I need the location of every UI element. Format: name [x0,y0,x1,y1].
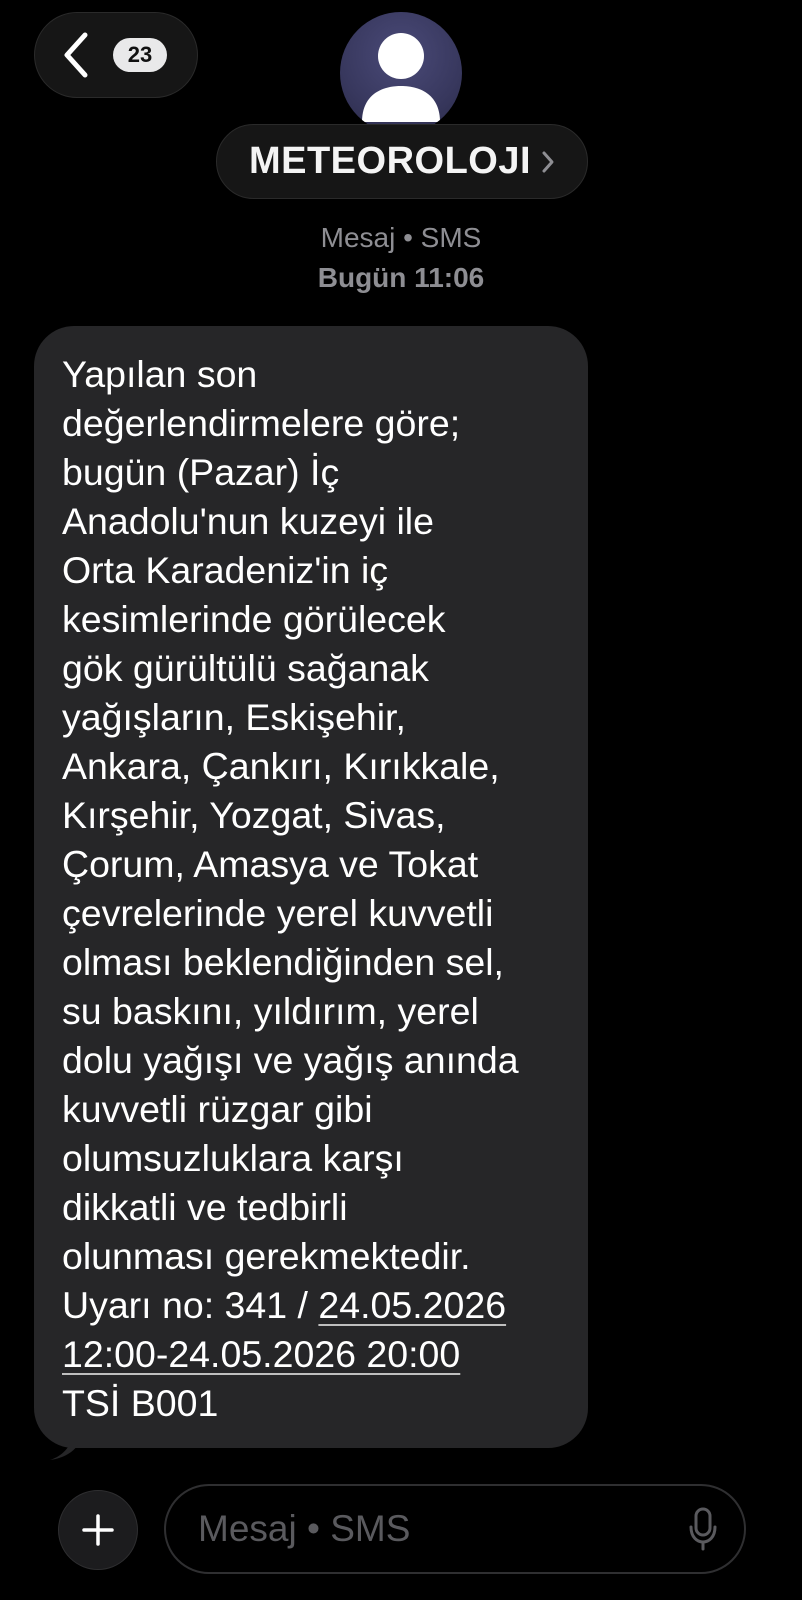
date-range-link[interactable]: 12:00-24.05.2026 20:00 [62,1333,460,1375]
sender-name-button[interactable]: METEOROLOJI [216,124,588,199]
message-bubble[interactable]: Yapılan son değerlendirmelere göre; bugü… [34,326,588,1448]
message-input[interactable]: Mesaj • SMS [164,1484,746,1574]
warning-prefix: Uyarı no: 341 / [62,1284,319,1326]
contact-avatar[interactable] [340,12,462,134]
message-timestamp: Bugün 11:06 [317,262,485,293]
bubble-tail [50,1420,88,1460]
person-icon [362,33,440,122]
microphone-icon[interactable] [688,1507,718,1551]
add-attachment-button[interactable] [58,1490,138,1570]
plus-icon [82,1514,114,1546]
chevron-right-icon [542,151,554,172]
unread-count-badge: 23 [113,38,167,72]
date-start-link[interactable]: 24.05.2026 [318,1284,506,1326]
message-input-placeholder: Mesaj • SMS [198,1508,411,1549]
message-type-label: Mesaj • SMS [320,222,482,253]
warning-number-line: Uyarı no: 341 / 24.05.2026 [62,1281,560,1330]
sender-name: METEOROLOJI [248,140,532,182]
message-footer: TSİ B001 [62,1382,219,1424]
message-body: Yapılan son değerlendirmelere göre; bugü… [62,353,519,1277]
date-range-line: 12:00-24.05.2026 20:00 [62,1330,560,1379]
back-button[interactable]: 23 [34,12,198,98]
chevron-left-icon [64,32,88,78]
